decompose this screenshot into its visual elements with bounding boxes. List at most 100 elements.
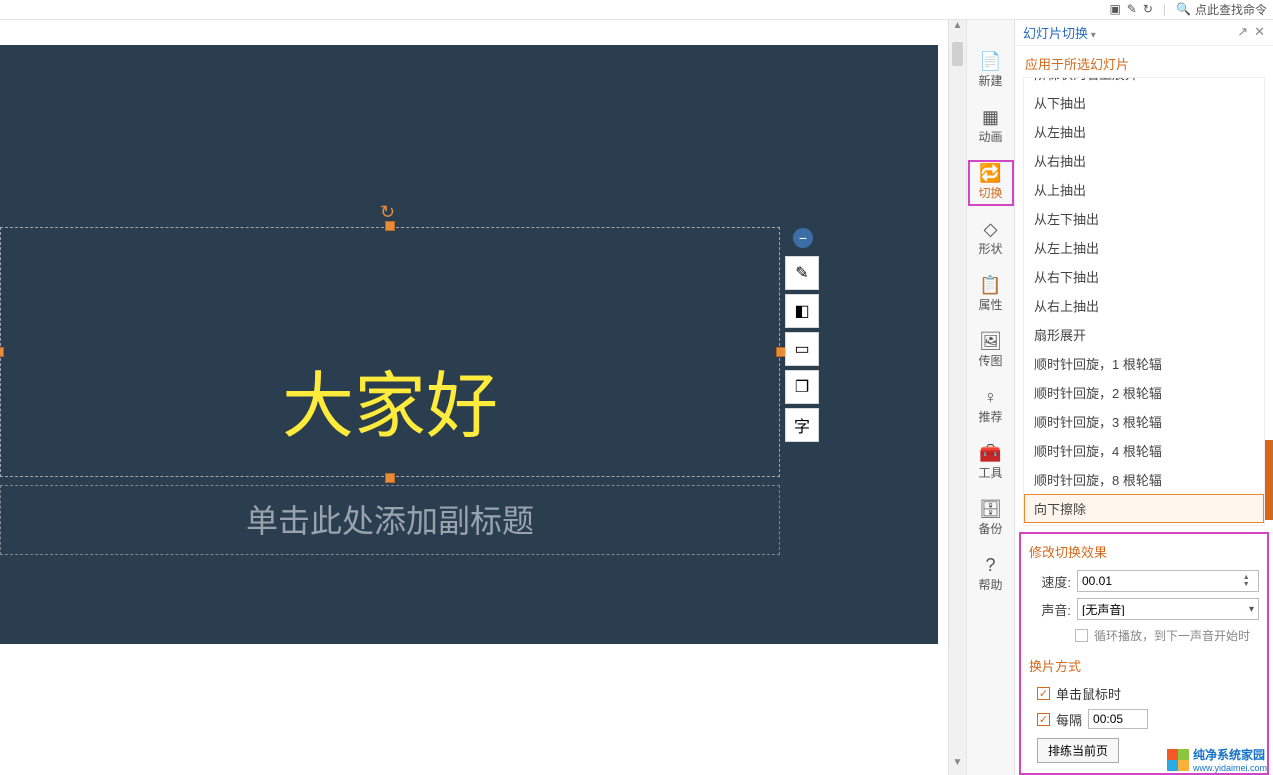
rec-icon: ♀	[984, 388, 998, 406]
tool-icon: 🧰	[979, 444, 1001, 462]
spinner-down-icon[interactable]: ▼	[1243, 581, 1254, 588]
toolstrip-help[interactable]: ?帮助	[968, 552, 1014, 598]
watermark-url: www.yidaimei.com	[1193, 763, 1267, 773]
transition-settings: 修改切换效果 速度: ▲▼ 声音: ▾ ✓	[1019, 532, 1269, 775]
transition-effect-item[interactable]: 从右下抽出	[1024, 262, 1264, 291]
interval-input[interactable]	[1088, 709, 1148, 729]
img-icon: 🖼	[979, 332, 1002, 350]
transition-effect-item[interactable]: 阶梯状向右上展开	[1024, 77, 1264, 88]
topbar-icon-3[interactable]: ↻	[1143, 2, 1153, 16]
panel-edge-tab[interactable]	[1265, 440, 1273, 520]
transition-effect-item[interactable]: 从右抽出	[1024, 146, 1264, 175]
on-click-checkbox[interactable]: ✓	[1037, 687, 1050, 700]
speed-label: 速度:	[1029, 572, 1071, 591]
resize-handle-bottom[interactable]	[385, 473, 395, 483]
toolstrip-label: 动画	[978, 128, 1002, 145]
slide[interactable]: ↻ 大家好 单击此处添加副标题 − ✎	[0, 45, 938, 644]
floating-format-toolbar: − ✎ ◧ ▭ ❐ 字	[785, 228, 821, 442]
watermark: 纯净系统家园 www.yidaimei.com	[1167, 746, 1267, 773]
slide-title-text[interactable]: 大家好	[0, 347, 780, 452]
title-placeholder[interactable]: ↻ 大家好	[0, 227, 780, 477]
toolstrip-label: 推荐	[978, 408, 1002, 425]
toolstrip-label: 工具	[978, 464, 1002, 481]
trans-icon: 🔁	[979, 164, 1001, 182]
transition-effect-item[interactable]: 顺时针回旋，2 根轮辐	[1024, 378, 1264, 407]
watermark-brand: 纯净系统家园	[1193, 746, 1267, 763]
interval-checkbox[interactable]: ✓	[1037, 713, 1050, 726]
subtitle-placeholder[interactable]: 单击此处添加副标题	[0, 485, 780, 555]
rehearse-current-button[interactable]: 排练当前页	[1037, 738, 1119, 763]
toolstrip-label: 帮助	[978, 576, 1002, 593]
panel-window-controls: ↗ ✕	[1237, 24, 1265, 40]
floating-collapse-icon[interactable]: −	[793, 228, 813, 248]
on-click-label: 单击鼠标时	[1056, 684, 1121, 703]
panel-expand-icon[interactable]: ↗	[1237, 24, 1248, 40]
advance-header: 换片方式	[1027, 648, 1261, 681]
interval-label: 每隔	[1056, 710, 1082, 729]
speed-input[interactable]	[1082, 574, 1243, 588]
mini-btn-outline[interactable]: ▭	[785, 332, 819, 366]
toolstrip-new[interactable]: 📄 新建	[968, 48, 1014, 94]
loop-sound-label: 循环播放，到下一声音开始时	[1094, 627, 1250, 644]
attr-icon: 📋	[979, 276, 1001, 294]
transition-effect-item[interactable]: 从上抽出	[1024, 175, 1264, 204]
transition-effect-item[interactable]: 顺时针回旋，1 根轮辐	[1024, 349, 1264, 378]
transition-effect-item[interactable]: 从左下抽出	[1024, 204, 1264, 233]
toolstrip-label: 形状	[978, 240, 1002, 257]
dropdown-arrow-icon[interactable]: ▾	[1249, 604, 1254, 615]
transition-effect-item[interactable]: 顺时针回旋，4 根轮辐	[1024, 436, 1264, 465]
loop-checkbox: ✓	[1075, 629, 1088, 642]
mini-btn-edit[interactable]: ✎	[785, 256, 819, 290]
top-toolbar: ▣ ✎ ↻ | 🔍 点此查找命令	[0, 0, 1273, 20]
toolstrip-attr[interactable]: 📋属性	[968, 272, 1014, 318]
toolstrip-bak[interactable]: 🗄备份	[968, 496, 1014, 542]
watermark-logo-icon	[1167, 749, 1189, 771]
resize-handle-top[interactable]	[385, 221, 395, 231]
speed-spinner[interactable]: ▲▼	[1077, 570, 1259, 592]
toolstrip-label: 新建	[978, 72, 1002, 89]
shape-icon: ◇	[984, 220, 998, 238]
transition-effect-item[interactable]: 扇形展开	[1024, 320, 1264, 349]
command-search[interactable]: 🔍 点此查找命令	[1176, 1, 1267, 18]
canvas-scrollbar[interactable]: ▲ ▼	[948, 20, 966, 775]
anim-icon: ▦	[982, 108, 999, 126]
mini-btn-layer[interactable]: ❐	[785, 370, 819, 404]
topbar-icon-2[interactable]: ✎	[1127, 2, 1137, 16]
sound-dropdown[interactable]: ▾	[1077, 598, 1259, 620]
transition-effect-item[interactable]: 从左抽出	[1024, 117, 1264, 146]
transition-effect-item[interactable]: 向下擦除	[1024, 494, 1264, 523]
toolstrip-label: 传图	[978, 352, 1002, 369]
transition-effects-list[interactable]: 阶梯状向左上展开阶梯状向右下展开阶梯状向右上展开从下抽出从左抽出从右抽出从上抽出…	[1023, 77, 1265, 526]
new-icon: 📄	[979, 52, 1001, 70]
scrollbar-thumb[interactable]	[952, 42, 963, 66]
spinner-up-icon[interactable]: ▲	[1243, 574, 1254, 581]
scroll-up-icon[interactable]: ▲	[949, 20, 966, 38]
topbar-icon-1[interactable]: ▣	[1109, 2, 1120, 16]
modify-effect-header: 修改切换效果	[1027, 540, 1261, 567]
panel-title[interactable]: 幻灯片切换	[1023, 23, 1096, 42]
transition-effect-item[interactable]: 顺时针回旋，8 根轮辐	[1024, 465, 1264, 494]
toolstrip-rec[interactable]: ♀ 推荐	[968, 384, 1014, 430]
transition-effect-item[interactable]: 从右上抽出	[1024, 291, 1264, 320]
apply-to-header: 应用于所选幻灯片	[1015, 46, 1273, 77]
toolstrip-anim[interactable]: ▦ 动画	[968, 104, 1014, 150]
transition-effect-item[interactable]: 顺时针回旋，3 根轮辐	[1024, 407, 1264, 436]
toolstrip-shape[interactable]: ◇ 形状	[968, 216, 1014, 262]
panel-close-icon[interactable]: ✕	[1254, 24, 1265, 40]
slide-canvas-area: ↻ 大家好 单击此处添加副标题 − ✎	[0, 20, 948, 775]
transition-effect-item[interactable]: 从左上抽出	[1024, 233, 1264, 262]
sound-label: 声音:	[1029, 600, 1071, 619]
scroll-down-icon[interactable]: ▼	[949, 757, 966, 775]
toolstrip-trans[interactable]: 🔁切换	[968, 160, 1014, 206]
panel-header: 幻灯片切换 ↗ ✕	[1015, 20, 1273, 46]
toolstrip-img[interactable]: 🖼 传图	[968, 328, 1014, 374]
sound-value	[1082, 602, 1249, 616]
command-search-label: 点此查找命令	[1195, 1, 1267, 18]
mini-btn-text[interactable]: 字	[785, 408, 819, 442]
rotation-handle-icon[interactable]: ↻	[380, 202, 395, 223]
topbar-icons: ▣ ✎ ↻	[1109, 2, 1152, 16]
mini-btn-fill[interactable]: ◧	[785, 294, 819, 328]
toolstrip-tool[interactable]: 🧰 工具	[968, 440, 1014, 486]
transition-effect-item[interactable]: 从下抽出	[1024, 88, 1264, 117]
search-icon: 🔍	[1176, 2, 1191, 16]
